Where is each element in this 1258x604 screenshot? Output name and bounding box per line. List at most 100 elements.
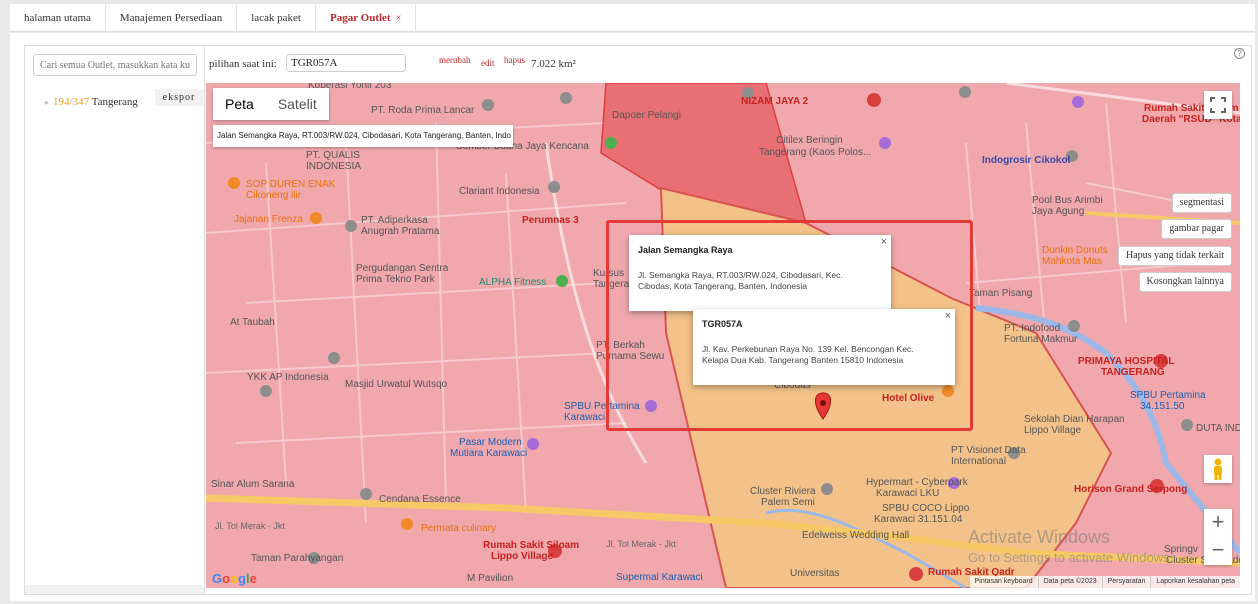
segmentation-button[interactable]: segmentasi (1171, 193, 1232, 213)
map-label: SPBU Pertamina (1130, 390, 1206, 401)
current-selection-field[interactable]: TGR057A (286, 54, 406, 72)
info-title: TGR057A (702, 319, 743, 329)
map-label: Cendana Essence (379, 494, 461, 505)
sidebar: ▸ 194/347 Tangerang ekspor (25, 46, 205, 594)
tree-item-tangerang[interactable]: ▸ 194/347 Tangerang (45, 96, 138, 108)
main-frame: ▸ 194/347 Tangerang ekspor pilihan saat i… (10, 33, 1255, 601)
map-label: Prima Tekno Park (356, 274, 435, 285)
area-value: 7.022 km² (531, 58, 576, 70)
map-label: Dapoer Pelangi (612, 110, 681, 121)
info-window-outlet: TGR057A Jl. Kav. Perkebunan Raya No. 139… (693, 309, 955, 385)
map-label: Karawaci 31.151.04 (874, 514, 963, 525)
zoom-in-button[interactable]: + (1204, 509, 1232, 537)
tab-label: lacak paket (251, 12, 301, 24)
tab-outlet-fence[interactable]: Pagar Outlet × (316, 4, 417, 32)
info-address-line: Jl. Semangka Raya, RT.003/RW.024, Ciboda… (638, 270, 843, 280)
map-label: Karawaci LKU (876, 488, 940, 499)
map-type-map-button[interactable]: Peta (213, 88, 266, 120)
map-label: Supermal Karawaci (616, 572, 703, 583)
info-address-line: Cibodas, Kota Tangerang, Banten, Indones… (638, 281, 808, 291)
map-label: Perumnas 3 (522, 215, 579, 226)
map-label: PT Visionet Data (951, 445, 1026, 456)
street-view-button[interactable] (1204, 455, 1232, 483)
map-footer: Pintasan keyboard Data peta ©2023 Persya… (969, 576, 1240, 588)
horizontal-scrollbar[interactable] (25, 585, 204, 594)
map-label: PT. QUALIS (306, 150, 360, 161)
map-label: NIZAM JAYA 2 (741, 96, 809, 107)
map-canvas[interactable]: Koperasi Yonif 203 PT. Roda Prima Lancar… (206, 83, 1240, 588)
map-label: PRIMAYA HOSPITAL (1078, 356, 1175, 367)
map-label: Pergudangan Sentra (356, 263, 449, 274)
tab-home[interactable]: halaman utama (10, 4, 106, 32)
map-type-control: Peta Satelit (213, 88, 329, 120)
tab-tracking[interactable]: lacak paket (237, 4, 316, 32)
info-address-line: Jl. Kav. Perkebunan Raya No. 139 Kel. Be… (702, 344, 914, 354)
road-label: Jl. Tol Merak - Jkt (606, 539, 676, 549)
map-label: Pool Bus Arimbi (1032, 195, 1103, 206)
map-label: DUTA INDAH (1196, 423, 1240, 434)
terms-link[interactable]: Persyaratan (1101, 576, 1151, 588)
map-label: Mahkota Mas (1042, 256, 1103, 267)
current-selection-label: pilihan saat ini: (209, 58, 277, 70)
map-label: At Taubah (230, 317, 275, 328)
content-panel: ▸ 194/347 Tangerang ekspor pilihan saat i… (24, 45, 1252, 595)
map-label: Lippo Village (1024, 425, 1082, 436)
close-icon[interactable]: × (945, 311, 951, 322)
road-label: Jl. Tol Merak - Jkt (215, 521, 285, 531)
outlet-count: 194/347 (53, 96, 90, 108)
map-label: ALPHA Fitness (479, 277, 547, 288)
edit-link[interactable]: edit (481, 58, 495, 68)
tree-label: Tangerang (91, 96, 138, 108)
report-error-link[interactable]: Laporkan kesalahan peta (1150, 576, 1240, 588)
map-label: PT. Roda Prima Lancar (371, 105, 475, 116)
map-label: Taman Pisang (969, 288, 1033, 299)
map-label: Mutiara Karawaci (450, 448, 528, 459)
fullscreen-button[interactable] (1204, 91, 1232, 119)
map-label: YKK AP Indonesia (247, 372, 329, 383)
map-label: Jaya Agung (1032, 206, 1085, 217)
change-link[interactable]: merubah (439, 55, 471, 65)
watermark-line: Go to Settings to activate Windows. (968, 550, 1174, 565)
tab-close-icon[interactable]: × (396, 13, 402, 24)
map-label: Jajanan Frenza (234, 214, 303, 225)
address-display: Jalan Semangka Raya, RT.003/RW.024, Cibo… (213, 125, 513, 147)
map-label: Anugrah Pratama (361, 226, 440, 237)
map-label: Indogrosir Cikokol (982, 155, 1071, 166)
pegman-icon (1214, 458, 1222, 480)
info-window-street: Jalan Semangka Raya Jl. Semangka Raya, R… (629, 235, 891, 311)
map-label: Lippo Village (491, 551, 554, 562)
map-label: Masjid Urwatul Wutsqo (345, 379, 448, 390)
map-label: Pasar Modern (459, 437, 522, 448)
tab-inventory[interactable]: Manajemen Persediaan (106, 4, 238, 32)
google-logo[interactable]: Google (212, 571, 257, 586)
zoom-out-button[interactable]: − (1204, 537, 1232, 565)
map-label: 34.151.50 (1140, 401, 1185, 412)
info-address-line: Kelapa Dua Kab. Tangerang Banten 15810 I… (702, 355, 904, 365)
outlet-search-input[interactable] (33, 54, 197, 76)
delete-unrelated-button[interactable]: Hapus yang tidak terkait (1117, 246, 1232, 266)
map-type-satellite-button[interactable]: Satelit (266, 88, 329, 120)
fullscreen-icon (1210, 97, 1226, 113)
map-label: Fortuna Makmur (1004, 334, 1078, 345)
map-label: PT. Indofood (1004, 323, 1061, 334)
map-label: Palem Semi (761, 497, 815, 508)
help-icon[interactable]: ? (1234, 48, 1245, 59)
draw-fence-button[interactable]: gambar pagar (1161, 219, 1232, 239)
expand-caret-icon[interactable]: ▸ (45, 98, 49, 107)
tab-label: halaman utama (24, 12, 91, 24)
keyboard-shortcuts-link[interactable]: Pintasan keyboard (970, 576, 1038, 588)
map-label: International (951, 456, 1007, 467)
tab-label: Manajemen Persediaan (119, 12, 223, 24)
export-button[interactable]: ekspor (155, 89, 203, 106)
clear-others-button[interactable]: Kosongkan lainnya (1138, 272, 1232, 292)
delete-link[interactable]: hapus (504, 55, 525, 65)
map-label: Edelweiss Wedding Hall (802, 530, 910, 541)
map-label: Cikoneng ilir (246, 190, 302, 201)
close-icon[interactable]: × (881, 237, 887, 248)
map-data-text: Data peta ©2023 (1037, 576, 1102, 588)
tab-label: Pagar Outlet (330, 12, 391, 24)
map-label: Karawaci (564, 412, 606, 423)
info-title: Jalan Semangka Raya (638, 245, 733, 255)
map-label: Rumah Sakit Siloam (483, 540, 580, 551)
watermark-line: Activate Windows (968, 527, 1111, 547)
